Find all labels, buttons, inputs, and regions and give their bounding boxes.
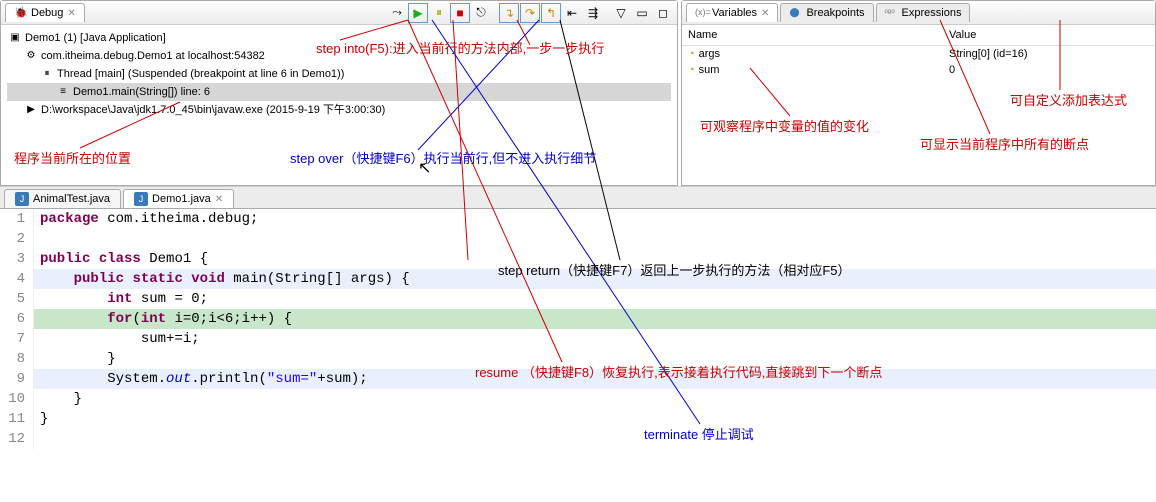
variables-view: Variables ✕ Breakpoints Expressions Name… <box>681 0 1156 186</box>
vars-pane-header: Variables ✕ Breakpoints Expressions <box>682 1 1155 25</box>
step-filters-button[interactable]: ⇶ <box>583 3 603 23</box>
bug-icon <box>14 6 28 20</box>
vars-columns: Name Value <box>682 25 1155 46</box>
vm-icon: ⚙ <box>23 48 39 64</box>
breakpoints-icon <box>789 6 803 20</box>
stack-frame-icon: ≡ <box>55 84 71 100</box>
tree-frame[interactable]: ≡Demo1.main(String[]) line: 6 <box>7 83 671 101</box>
step-over-button[interactable]: ↷ <box>520 3 540 23</box>
disconnect-button[interactable]: ⎋ <box>471 3 491 23</box>
view-menu-button[interactable]: ▽ <box>611 3 631 23</box>
debug-view: Debug ✕ ⤳ ▶ ⏸ ■ ⎋ ↴ ↷ ↰ ⇤ ⇶ ▽ ▭ ◻ <box>0 0 678 186</box>
variables-icon <box>695 6 709 20</box>
tab-breakpoints[interactable]: Breakpoints <box>780 3 873 22</box>
col-name-header[interactable]: Name <box>688 29 949 41</box>
tree-thread[interactable]: ⏸Thread [main] (Suspended (breakpoint at… <box>7 65 671 83</box>
tab-variables[interactable]: Variables ✕ <box>686 3 778 22</box>
step-return-button[interactable]: ↰ <box>541 3 561 23</box>
var-row[interactable]: ◔sum 0 <box>682 62 1155 78</box>
var-bullet-icon: ◔ <box>688 48 695 60</box>
close-icon[interactable]: ✕ <box>215 194 223 205</box>
java-app-icon: ▣ <box>7 30 23 46</box>
tab-demo1[interactable]: JDemo1.java✕ <box>123 189 234 208</box>
tab-debug[interactable]: Debug ✕ <box>5 3 85 22</box>
debug-tree: ▣Demo1 (1) [Java Application] ⚙com.ithei… <box>1 25 677 123</box>
mouse-cursor-icon: ↖ <box>418 158 431 178</box>
col-value-header[interactable]: Value <box>949 29 1149 41</box>
step-into-button[interactable]: ↴ <box>499 3 519 23</box>
tab-breakpoints-label: Breakpoints <box>806 7 864 19</box>
debug-toolbar: ⤳ ▶ ⏸ ■ ⎋ ↴ ↷ ↰ ⇤ ⇶ ▽ ▭ ◻ <box>387 3 673 23</box>
drop-frame-button[interactable]: ⇤ <box>562 3 582 23</box>
editor-tabs: JAnimalTest.java JDemo1.java✕ <box>0 187 1156 209</box>
var-row[interactable]: ◔args String[0] (id=16) <box>682 46 1155 62</box>
java-file-icon: J <box>15 192 29 206</box>
tab-expressions-label: Expressions <box>902 7 962 19</box>
var-bullet-icon: ◔ <box>688 64 695 76</box>
code-area[interactable]: package com.itheima.debug; public class … <box>34 209 1156 449</box>
tab-animaltest[interactable]: JAnimalTest.java <box>4 189 121 208</box>
skip-breakpoints-button[interactable]: ⤳ <box>387 3 407 23</box>
expressions-icon <box>885 6 899 20</box>
tree-launch[interactable]: ▣Demo1 (1) [Java Application] <box>7 29 671 47</box>
debug-pane-header: Debug ✕ ⤳ ▶ ⏸ ■ ⎋ ↴ ↷ ↰ ⇤ ⇶ ▽ ▭ ◻ <box>1 1 677 25</box>
tab-expressions[interactable]: Expressions <box>876 3 971 22</box>
minimize-button[interactable]: ▭ <box>632 3 652 23</box>
tab-debug-label: Debug <box>31 7 63 19</box>
tab-variables-label: Variables <box>712 7 757 19</box>
close-icon[interactable]: ✕ <box>67 8 75 19</box>
close-icon[interactable]: ✕ <box>761 8 769 19</box>
terminate-button[interactable]: ■ <box>450 3 470 23</box>
tree-process[interactable]: ▶D:\workspace\Java\jdk1.7.0_45\bin\javaw… <box>7 101 671 119</box>
code-editor[interactable]: 123456789101112 package com.itheima.debu… <box>0 209 1156 449</box>
suspend-button[interactable]: ⏸ <box>429 3 449 23</box>
line-gutter: 123456789101112 <box>0 209 34 449</box>
java-file-icon: J <box>134 192 148 206</box>
resume-button[interactable]: ▶ <box>408 3 428 23</box>
thread-icon: ⏸ <box>39 66 55 82</box>
process-icon: ▶ <box>23 102 39 118</box>
maximize-button[interactable]: ◻ <box>653 3 673 23</box>
tree-vm[interactable]: ⚙com.itheima.debug.Demo1 at localhost:54… <box>7 47 671 65</box>
